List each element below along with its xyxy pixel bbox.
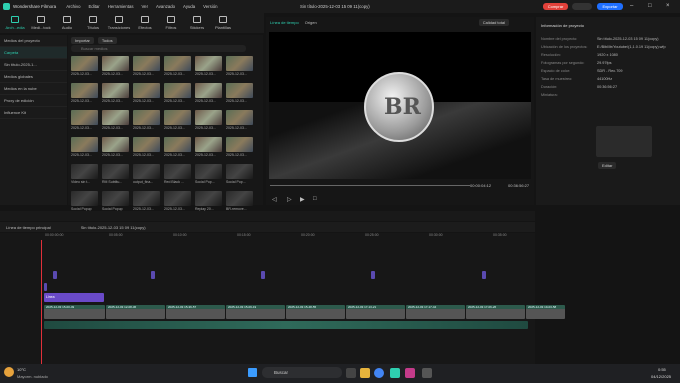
property-row: Resolución: 1920 x 1080: [536, 53, 680, 58]
property-row: Tasa de muestreo: 44100Hz: [536, 77, 680, 82]
app2-taskbar-icon[interactable]: [422, 368, 432, 378]
video-clip[interactable]: 2025-12-03 19-03-58: [526, 305, 565, 319]
playhead[interactable]: [41, 240, 42, 364]
video-clip[interactable]: 2025-12-03 15-00-49: [44, 305, 105, 319]
video-clip-label: 2025-12-03 15-36-57: [168, 305, 197, 309]
marker-clip[interactable]: [482, 271, 486, 279]
toggle-switch[interactable]: [572, 3, 592, 10]
video-clip-label: 2025-12-03 17-06-26: [468, 305, 497, 309]
marker-clip[interactable]: [151, 271, 155, 279]
weather-temp: 10°C: [17, 367, 26, 372]
weather-desc: Mayorm. nublado: [17, 374, 48, 379]
property-key: Espacio de color:: [541, 69, 571, 73]
video-clip-label: 2025-12-03 17-13-21: [348, 305, 377, 309]
app-taskbar-icon[interactable]: [405, 368, 415, 378]
property-value: 44100Hz: [597, 77, 613, 81]
video-clip[interactable]: 2025-12-03 17-13-21: [346, 305, 405, 319]
filmora-taskbar-icon[interactable]: [390, 368, 400, 378]
property-row: Fotogramas por segundo: 29.97fps: [536, 61, 680, 66]
properties-header: Información de proyecto: [541, 23, 584, 28]
properties-panel: Información de proyecto Nombre del proye…: [536, 17, 680, 205]
text-clip[interactable]: Linea: [44, 293, 104, 302]
video-clip[interactable]: 2025-12-03 15-48-55: [286, 305, 345, 319]
exportar-button[interactable]: Exportar: [597, 3, 623, 10]
close-icon[interactable]: ×: [666, 3, 670, 9]
clock-time: 0:55: [658, 367, 666, 372]
property-row: Nombre del proyecto: Sin título-2025-12-0…: [536, 37, 680, 42]
marker-clip[interactable]: [44, 283, 47, 291]
marker-clip[interactable]: [261, 271, 265, 279]
property-value: SDR - Rec.709: [597, 69, 623, 73]
timeline-tracks: Linea 2025-12-03 15-00-49 2025-12-03 12-08…: [0, 0, 565, 364]
maximize-icon[interactable]: □: [648, 3, 652, 9]
property-key: Nombre del proyecto:: [541, 37, 578, 41]
task-view-icon[interactable]: [346, 368, 356, 378]
property-key: Fotogramas por segundo:: [541, 61, 585, 65]
video-clip[interactable]: 2025-12-03 15-36-57: [166, 305, 225, 319]
comprar-button[interactable]: Comprar: [543, 3, 568, 10]
chrome-icon[interactable]: [374, 368, 384, 378]
property-row: Miniatura:: [536, 93, 680, 98]
audio-clip[interactable]: [44, 321, 528, 329]
thumbnail-preview: [596, 126, 652, 157]
property-value: [597, 93, 677, 98]
minimize-icon[interactable]: –: [630, 3, 633, 9]
video-clip-label: 2025-12-03 15-00-49: [46, 305, 75, 309]
weather-icon: [4, 367, 14, 377]
video-clip-label: 2025-12-03 12-08-36: [108, 305, 137, 309]
property-key: Miniatura:: [541, 93, 558, 97]
start-icon[interactable]: [248, 368, 257, 377]
property-value: 29.97fps: [597, 61, 612, 65]
video-clip[interactable]: 2025-12-03 12-08-36: [106, 305, 165, 319]
property-value: 00:36:56:27: [597, 85, 618, 89]
video-clip[interactable]: 2025-12-03 15-09-19: [226, 305, 285, 319]
video-clip-label: 2025-12-03 15-09-19: [228, 305, 257, 309]
file-explorer-icon[interactable]: [360, 368, 370, 378]
edit-button[interactable]: Editar: [598, 162, 617, 169]
property-key: Duración:: [541, 85, 558, 89]
video-clip-label: 2025-12-03 15-48-55: [288, 305, 317, 309]
property-value: 1920 x 1080: [597, 53, 618, 57]
video-clip-label: 2025-12-03 17-17-44: [408, 305, 437, 309]
marker-clip[interactable]: [371, 271, 375, 279]
property-value: E:/Bibl/ltr/Youtube/(1,1.0.19 11(copy).w…: [597, 45, 666, 49]
property-row: Ubicación de los proyectos: E:/Bibl/ltr/Y…: [536, 45, 680, 50]
video-clip[interactable]: 2025-12-03 17-17-44: [406, 305, 465, 319]
property-key: Ubicación de los proyectos:: [541, 45, 588, 49]
clock-date: 04/12/2025: [651, 374, 672, 379]
property-key: Resolución:: [541, 53, 561, 57]
property-key: Tasa de muestreo:: [541, 77, 573, 81]
video-clip[interactable]: 2025-12-03 17-06-26: [466, 305, 525, 319]
property-row: Duración: 00:36:56:27: [536, 85, 680, 90]
property-row: Espacio de color: SDR - Rec.709: [536, 69, 680, 74]
taskbar-search[interactable]: Buscar: [262, 367, 342, 378]
video-clip-label: 2025-12-03 19-03-58: [528, 305, 557, 309]
property-value: Sin título-2025-12-03 15 09 11(copy): [597, 37, 659, 41]
marker-clip[interactable]: [53, 271, 57, 279]
